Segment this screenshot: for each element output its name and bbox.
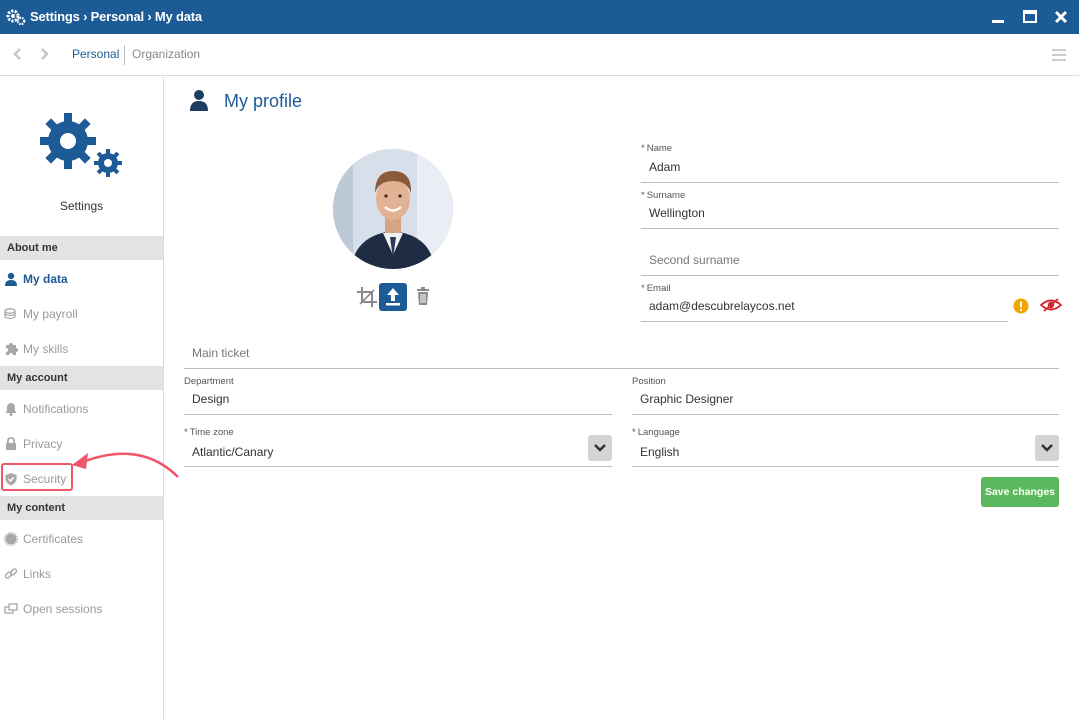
second-surname-placeholder: Second surname — [649, 253, 740, 267]
time-zone-label: Time zone — [189, 427, 234, 438]
lock-icon — [6, 437, 16, 450]
settings-logo-icon — [40, 113, 122, 177]
user-icon — [5, 272, 17, 286]
sidebar-item-label: Open sessions — [23, 602, 103, 616]
sidebar-item-label: Links — [23, 567, 52, 581]
language-select[interactable]: * Language English — [632, 427, 1059, 467]
bell-icon — [5, 403, 17, 416]
tab-divider — [124, 45, 125, 65]
sidebar-item-my-skills[interactable]: My skills — [0, 334, 163, 364]
photo-tools — [353, 283, 433, 313]
tab-organization[interactable]: Organization — [132, 47, 200, 61]
profile-photo — [333, 149, 453, 269]
language-label: Language — [637, 427, 680, 438]
main-ticket-placeholder: Main ticket — [192, 346, 250, 360]
email-label: Email — [646, 283, 671, 294]
chevron-down-icon — [1041, 444, 1053, 452]
required-marker: * — [632, 427, 636, 438]
sidebar-item-notifications[interactable]: Notifications — [0, 394, 163, 424]
language-value: English — [640, 445, 680, 459]
page-title: My profile — [224, 91, 303, 111]
department-field[interactable]: Department Design — [184, 376, 612, 415]
maximize-icon[interactable] — [1021, 8, 1039, 26]
avatar — [333, 149, 453, 269]
second-surname-field[interactable]: Second surname — [641, 237, 1059, 276]
sidebar-item-label: Privacy — [23, 437, 63, 451]
close-icon[interactable] — [1052, 8, 1070, 26]
forward-arrow-icon[interactable] — [36, 46, 52, 62]
eye-visibility-icon[interactable] — [1040, 296, 1062, 314]
sidebar-item-label: My skills — [23, 342, 69, 356]
email-field[interactable]: * Email adam@descubrelaycos.net — [641, 283, 1008, 322]
name-value: Adam — [649, 160, 681, 174]
crop-icon[interactable] — [353, 283, 381, 311]
main-content: My profile * Name Adam * Surname Welling… — [165, 77, 1079, 719]
security-highlight-box — [1, 463, 73, 491]
chevron-down-icon — [594, 444, 606, 452]
tab-personal[interactable]: Personal — [72, 47, 119, 61]
position-value: Graphic Designer — [640, 392, 734, 406]
back-arrow-icon[interactable] — [10, 46, 26, 62]
position-label: Position — [632, 376, 666, 387]
surname-field[interactable]: * Surname Wellington — [641, 190, 1059, 229]
window-title: Settings › Personal › My data — [30, 9, 202, 24]
coins-icon — [4, 308, 16, 320]
email-value: adam@descubrelaycos.net — [649, 299, 795, 313]
puzzle-icon — [6, 343, 18, 355]
certificate-icon — [4, 532, 18, 546]
sidebar: Settings About me My data My payroll My … — [0, 77, 164, 719]
warning-icon[interactable] — [1013, 298, 1029, 314]
settings-gears-icon — [6, 9, 26, 26]
upload-icon[interactable] — [379, 283, 407, 311]
required-marker: * — [184, 427, 188, 438]
user-profile-icon — [190, 90, 208, 111]
position-field[interactable]: Position Graphic Designer — [632, 376, 1059, 415]
link-icon — [4, 568, 18, 579]
sidebar-item-my-data[interactable]: My data — [0, 264, 163, 294]
sidebar-item-links[interactable]: Links — [0, 559, 163, 589]
department-value: Design — [192, 392, 230, 406]
required-marker: * — [641, 143, 645, 154]
sessions-icon — [4, 603, 18, 614]
trash-icon[interactable] — [409, 283, 437, 311]
required-marker: * — [641, 283, 645, 294]
sidebar-item-label: My data — [23, 272, 68, 286]
sidebar-item-label: Certificates — [23, 532, 84, 546]
department-label: Department — [184, 376, 234, 387]
sidebar-item-label: My payroll — [23, 307, 78, 321]
time-zone-select[interactable]: * Time zone Atlantic/Canary — [184, 427, 612, 467]
time-zone-value: Atlantic/Canary — [192, 445, 274, 459]
time-zone-dropdown-button[interactable] — [588, 435, 612, 461]
language-dropdown-button[interactable] — [1035, 435, 1059, 461]
save-changes-button[interactable]: Save changes — [981, 477, 1059, 507]
section-about-me: About me — [0, 236, 163, 260]
surname-label: Surname — [646, 190, 686, 201]
settings-app-label: Settings — [59, 199, 104, 213]
sidebar-item-certificates[interactable]: Certificates — [0, 524, 163, 554]
surname-value: Wellington — [649, 206, 705, 220]
name-label: Name — [646, 143, 673, 154]
sidebar-item-label: Notifications — [23, 402, 89, 416]
section-my-account: My account — [0, 366, 163, 390]
main-ticket-field[interactable]: Main ticket — [184, 331, 1059, 369]
window-titlebar: Settings › Personal › My data — [0, 0, 1079, 34]
required-marker: * — [641, 190, 645, 201]
minimize-icon[interactable] — [989, 8, 1007, 26]
toolbar: Personal Organization — [0, 34, 1079, 76]
sidebar-item-open-sessions[interactable]: Open sessions — [0, 594, 163, 624]
hamburger-menu-icon[interactable] — [1051, 47, 1067, 63]
sidebar-item-my-payroll[interactable]: My payroll — [0, 299, 163, 329]
name-field[interactable]: * Name Adam — [641, 143, 1059, 183]
